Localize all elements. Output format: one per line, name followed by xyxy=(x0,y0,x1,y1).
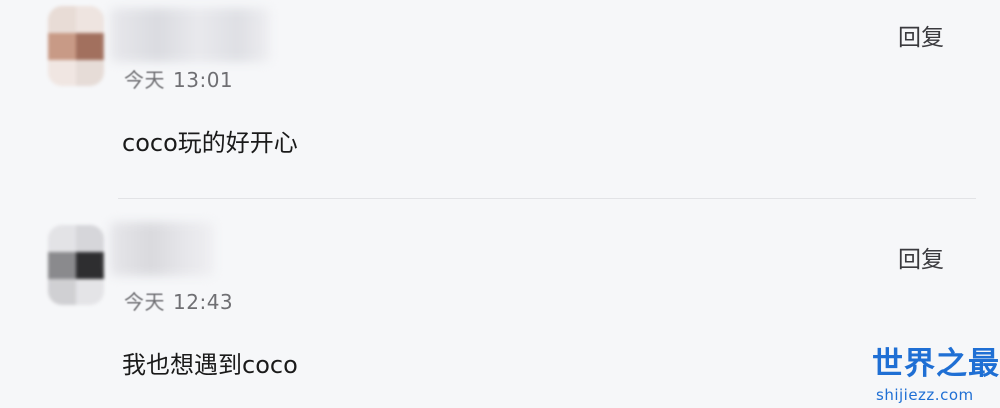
avatar-pixel xyxy=(48,33,76,60)
watermark-title: 世界之最 xyxy=(872,346,1000,382)
username-blurred[interactable] xyxy=(110,222,214,276)
comment-text: coco玩的好开心 xyxy=(122,129,298,157)
avatar[interactable] xyxy=(48,6,104,86)
avatar-pixel xyxy=(48,225,76,252)
avatar[interactable] xyxy=(48,225,104,305)
avatar-pixel xyxy=(48,252,76,279)
avatar-pixel xyxy=(48,279,76,305)
comment-timestamp: 今天 12:43 xyxy=(124,286,233,315)
avatar-pixel xyxy=(48,60,76,86)
site-watermark: 世界之最 shijiezz.com xyxy=(870,346,1000,406)
timestamp-day: 今天 xyxy=(124,290,165,314)
username-blurred[interactable] xyxy=(110,8,270,62)
comment-timestamp: 今天 13:01 xyxy=(124,64,233,93)
avatar-pixel xyxy=(48,6,76,33)
reply-button[interactable]: 回复 xyxy=(898,240,944,274)
watermark-url: shijiezz.com xyxy=(876,386,974,404)
comment-item: 今天 13:01 回复 coco玩的好开心 xyxy=(0,0,1000,198)
avatar-pixel xyxy=(76,60,104,86)
reply-button[interactable]: 回复 xyxy=(898,18,944,52)
avatar-pixel xyxy=(76,33,104,60)
timestamp-time: 13:01 xyxy=(173,68,234,92)
avatar-pixel xyxy=(76,6,104,33)
avatar-pixel xyxy=(76,279,104,305)
comment-text: 我也想遇到coco xyxy=(122,351,298,379)
timestamp-time: 12:43 xyxy=(173,290,234,314)
comment-divider xyxy=(118,198,976,199)
timestamp-day: 今天 xyxy=(124,68,165,92)
avatar-pixel xyxy=(76,225,104,252)
avatar-pixel xyxy=(76,252,104,279)
comment-item: 今天 12:43 回复 我也想遇到coco xyxy=(0,200,1000,408)
